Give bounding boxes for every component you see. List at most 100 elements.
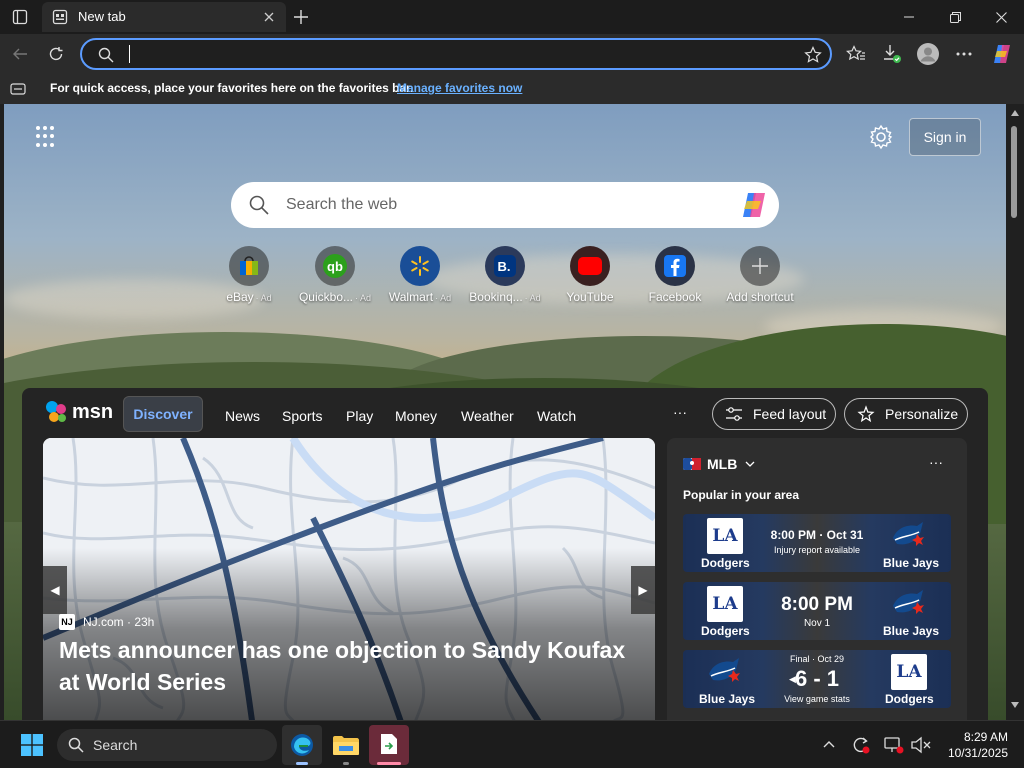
- favorites-button[interactable]: [840, 38, 872, 70]
- favorites-bar: For quick access, place your favorites h…: [0, 74, 1024, 104]
- taskbar-file-explorer[interactable]: [326, 725, 366, 765]
- gear-icon[interactable]: [868, 124, 894, 150]
- chevron-down-icon[interactable]: [745, 461, 755, 467]
- refresh-button[interactable]: [40, 38, 72, 70]
- scroll-down-icon[interactable]: [1011, 702, 1019, 708]
- sign-in-button[interactable]: Sign in: [909, 118, 981, 156]
- refresh-icon: [49, 47, 63, 61]
- volume-muted-icon[interactable]: [911, 736, 931, 754]
- back-button[interactable]: [4, 38, 36, 70]
- shortcut-walmart[interactable]: Walmart · Ad: [380, 246, 460, 310]
- tab-discover[interactable]: Discover: [123, 396, 203, 432]
- copilot-button[interactable]: [986, 38, 1018, 70]
- tab-news[interactable]: News: [225, 408, 260, 424]
- web-search-box[interactable]: Search the web: [231, 182, 779, 228]
- new-tab-button[interactable]: [285, 0, 317, 34]
- ad-badge: · Ad: [255, 293, 272, 303]
- taskbar-edge[interactable]: [282, 725, 322, 765]
- mlb-more-button[interactable]: ···: [929, 454, 943, 470]
- nj-logo-icon: NJ: [59, 614, 75, 630]
- copilot-icon: [994, 45, 1010, 63]
- network-icon[interactable]: [884, 735, 904, 755]
- msn-logo-text[interactable]: msn: [72, 401, 113, 424]
- chevron-up-icon[interactable]: [823, 740, 835, 748]
- svg-text:B.: B.: [498, 259, 511, 274]
- downloads-button[interactable]: [876, 38, 908, 70]
- hero-prev-button[interactable]: ◀: [43, 566, 67, 614]
- game-card[interactable]: Blue Jays Final · Oct 29 6 - 1 ◀ View ga…: [683, 650, 951, 708]
- back-arrow-icon: [13, 48, 27, 60]
- mlb-scores-card: MLB ··· Popular in your area LA Dodgers …: [667, 438, 967, 720]
- hero-next-button[interactable]: ▶: [631, 566, 655, 614]
- shortcut-quickbooks[interactable]: qb Quickbo... · Ad: [295, 246, 375, 310]
- folder-icon: [333, 736, 359, 755]
- sliders-icon: [726, 407, 742, 421]
- close-window-button[interactable]: [978, 0, 1024, 34]
- minimize-icon: [904, 16, 914, 18]
- tab-title: New tab: [78, 9, 126, 24]
- taskbar-search[interactable]: Search: [57, 729, 277, 761]
- popular-heading: Popular in your area: [683, 488, 800, 502]
- ad-badge: · Ad: [355, 293, 372, 303]
- blue-jays-logo-icon: [893, 522, 924, 546]
- tab-watch[interactable]: Watch: [537, 408, 576, 424]
- scrollbar[interactable]: [1006, 104, 1024, 720]
- shortcut-ebay[interactable]: eBay · Ad: [209, 246, 289, 310]
- tab-play[interactable]: Play: [346, 408, 373, 424]
- game-card[interactable]: LA Dodgers 8:00 PM · Oct 31 Injury repor…: [683, 514, 951, 572]
- document-arrow-icon: [381, 734, 397, 754]
- tab-weather[interactable]: Weather: [461, 408, 514, 424]
- copilot-icon[interactable]: [739, 191, 769, 219]
- ad-badge: · Ad: [524, 293, 541, 303]
- manage-favorites-link[interactable]: Manage favorites now: [397, 81, 522, 95]
- shortcut-booking[interactable]: B. Bookinq... · Ad: [465, 246, 545, 310]
- scrollbar-thumb[interactable]: [1011, 126, 1017, 218]
- avatar: [917, 43, 939, 65]
- dodgers-logo-icon: LA: [707, 518, 743, 554]
- apps-grid-icon[interactable]: [36, 126, 58, 148]
- youtube-icon: [578, 257, 602, 275]
- tab-sports[interactable]: Sports: [282, 408, 322, 424]
- shortcut-label: Bookinq...: [469, 290, 523, 304]
- mlb-title[interactable]: MLB: [707, 456, 737, 472]
- taskbar: Search 8:29 AM 10/31/2025: [0, 720, 1024, 768]
- tab-new-tab[interactable]: New tab: [42, 2, 286, 32]
- tab-actions-button[interactable]: [0, 0, 40, 34]
- msn-feed: msn Discover News Sports Play Money Weat…: [22, 388, 988, 720]
- hero-headline[interactable]: Mets announcer has one objection to Sand…: [59, 634, 639, 698]
- shortcut-label: Walmart: [388, 290, 434, 304]
- favorite-star-icon[interactable]: [804, 46, 822, 64]
- game-subtext: Injury report available: [773, 545, 861, 555]
- game-stats-link[interactable]: View game stats: [757, 694, 877, 704]
- more-tabs-button[interactable]: ···: [673, 404, 687, 420]
- feed-layout-button[interactable]: Feed layout: [712, 398, 836, 430]
- system-clock[interactable]: 8:29 AM 10/31/2025: [938, 729, 1008, 761]
- hero-news-card[interactable]: ◀ ▶ NJ NJ.com · 23h Mets announcer has o…: [43, 438, 655, 720]
- game-card[interactable]: LA Dodgers 8:00 PM Nov 1 Blue Jays: [683, 582, 951, 640]
- personalize-button[interactable]: Personalize: [844, 398, 968, 430]
- shortcut-youtube[interactable]: YouTube: [550, 246, 630, 310]
- restore-button[interactable]: [932, 0, 978, 34]
- minimize-button[interactable]: [886, 0, 932, 34]
- more-dots-icon: [956, 52, 972, 56]
- facebook-icon: [664, 255, 686, 277]
- address-bar[interactable]: [80, 38, 832, 70]
- search-placeholder: Search the web: [286, 196, 398, 213]
- walmart-icon: [411, 256, 429, 276]
- navigation-bar: [0, 34, 1024, 74]
- sync-icon[interactable]: [851, 735, 871, 755]
- shortcut-facebook[interactable]: Facebook: [635, 246, 715, 310]
- ebay-icon: [240, 256, 258, 275]
- close-tab-button[interactable]: [260, 8, 278, 26]
- feed-layout-label: Feed layout: [753, 406, 827, 422]
- tab-money[interactable]: Money: [395, 408, 437, 424]
- add-shortcut-button[interactable]: Add shortcut: [720, 246, 800, 310]
- windows-start-icon[interactable]: [21, 734, 43, 756]
- search-icon: [98, 47, 114, 63]
- dodgers-logo-icon: LA: [891, 654, 927, 690]
- scroll-up-icon[interactable]: [1011, 110, 1019, 116]
- profile-button[interactable]: [912, 38, 944, 70]
- taskbar-app[interactable]: [369, 725, 409, 765]
- team-right: Dodgers: [885, 692, 934, 706]
- settings-menu-button[interactable]: [948, 38, 980, 70]
